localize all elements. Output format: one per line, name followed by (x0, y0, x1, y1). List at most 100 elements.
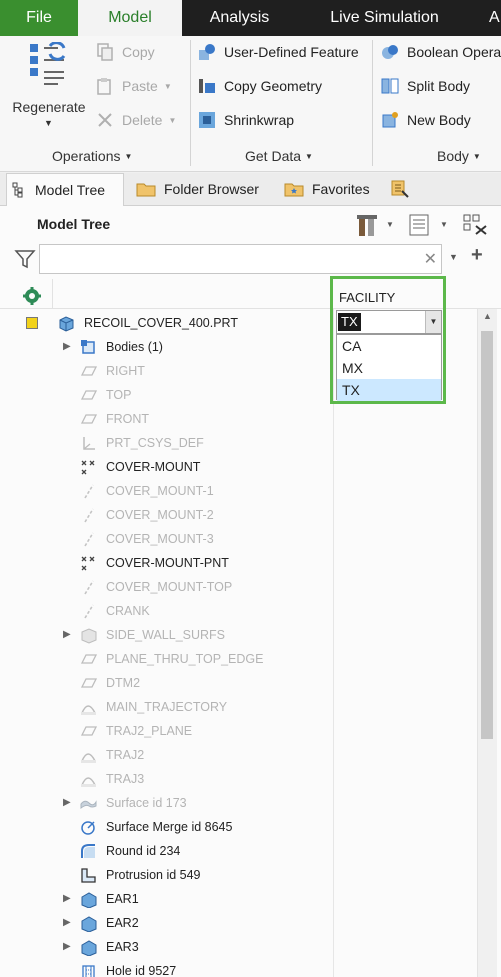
boolean-operations-label: Boolean Opera (407, 44, 501, 60)
datum-plane-icon (80, 726, 97, 736)
split-body-icon (381, 78, 399, 94)
tab-analysis[interactable]: Analysis (182, 0, 297, 36)
tree-row[interactable]: TRAJ2 (0, 743, 333, 767)
expand-arrow-icon[interactable]: ▶ (63, 911, 71, 935)
tree-row-label: COVER_MOUNT-TOP (106, 580, 233, 594)
tree-row[interactable]: ▶ Bodies (1) (0, 335, 333, 359)
scroll-up-icon[interactable]: ▲ (483, 311, 492, 321)
tree-row-label: COVER_MOUNT-2 (106, 508, 214, 522)
tree-row-label: DTM2 (106, 676, 141, 690)
tree-row[interactable]: ▶ Surface id 173 (0, 791, 333, 815)
expand-arrow-icon[interactable]: ▶ (63, 623, 71, 647)
tree-row[interactable]: Round id 234 (0, 839, 333, 863)
paste-icon (97, 78, 111, 95)
vertical-scrollbar[interactable]: ▲ (477, 309, 497, 977)
tree-row[interactable]: Hole id 9527 (0, 959, 333, 977)
tree-row[interactable]: CRANK (0, 599, 333, 623)
tree-row[interactable]: PRT_CSYS_DEF (0, 431, 333, 455)
tree-row-label: SIDE_WALL_SURFS (106, 628, 226, 642)
chevron-down-icon[interactable]: ▼ (44, 118, 53, 128)
tree-row[interactable]: ▶ EAR3 (0, 935, 333, 959)
expand-arrow-icon[interactable]: ▶ (63, 935, 71, 959)
tree-row[interactable]: DTM2 (0, 671, 333, 695)
tree-row[interactable]: COVER_MOUNT-3 (0, 527, 333, 551)
group-icon (81, 892, 97, 908)
tree-row-label: EAR3 (106, 940, 139, 954)
expand-arrow-icon[interactable]: ▶ (63, 791, 71, 815)
chevron-down-icon[interactable]: ▼ (440, 220, 448, 229)
csys-icon (83, 437, 95, 450)
tree-row[interactable]: ▶ EAR1 (0, 887, 333, 911)
tab-overflow[interactable]: A (489, 0, 501, 36)
tree-row[interactable]: COVER-MOUNT (0, 455, 333, 479)
expand-arrow-icon[interactable]: ▶ (63, 887, 71, 911)
boolean-icon (382, 45, 398, 59)
paste-label: Paste ▼ (122, 78, 172, 94)
protrusion-icon (81, 868, 96, 883)
tree-row[interactable]: COVER_MOUNT-2 (0, 503, 333, 527)
chevron-down-icon[interactable]: ▼ (386, 220, 394, 229)
favorites-icon (284, 183, 304, 197)
tree-row-label: Bodies (1) (106, 340, 163, 354)
tree-row[interactable]: PLANE_THRU_TOP_EDGE (0, 647, 333, 671)
tree-row[interactable]: Surface Merge id 8645 (0, 815, 333, 839)
tree-row-label: Round id 234 (106, 844, 181, 858)
search-box: ✕ (39, 244, 442, 274)
group-operations[interactable]: Operations ▼ (52, 144, 132, 168)
show-options-icon[interactable] (408, 212, 432, 238)
regenerate-button[interactable]: Regenerate ▼ (8, 40, 90, 140)
tree-row[interactable]: TRAJ3 (0, 767, 333, 791)
tree-root-row[interactable]: RECOIL_COVER_400.PRT (0, 311, 333, 335)
tree-row[interactable]: TOP (0, 383, 333, 407)
hole-icon (82, 965, 95, 977)
add-icon[interactable]: + (471, 244, 483, 267)
tree-row[interactable]: COVER_MOUNT-1 (0, 479, 333, 503)
ribbon: Regenerate ▼ Copy Paste ▼ Delete ▼ User-De… (0, 36, 501, 172)
tree-row[interactable]: RIGHT (0, 359, 333, 383)
chevron-down-icon[interactable]: ▼ (449, 252, 458, 262)
copy-geometry-label: Copy Geometry (224, 78, 323, 94)
clear-search-icon[interactable]: ✕ (424, 249, 437, 269)
tree-row-label: COVER_MOUNT-1 (106, 484, 214, 498)
tree-row-label: TOP (106, 388, 132, 402)
tab-live-simulation[interactable]: Live Simulation (297, 0, 472, 36)
settings-tools-icon[interactable] (356, 212, 378, 238)
tree-row-label: COVER_MOUNT-3 (106, 532, 214, 546)
tree-settings-icon[interactable] (22, 286, 42, 306)
tab-favorites[interactable]: Favorites (282, 173, 382, 206)
tree-row[interactable]: COVER_MOUNT-TOP (0, 575, 333, 599)
delete-label: Delete ▼ (122, 112, 177, 128)
tree-row[interactable]: ▶ SIDE_WALL_SURFS (0, 623, 333, 647)
column-divider (333, 309, 334, 977)
filter-icon[interactable] (14, 248, 36, 270)
tree-row[interactable]: TRAJ2_PLANE (0, 719, 333, 743)
model-tree-icon (12, 182, 23, 198)
expand-arrow-icon[interactable]: ▶ (63, 335, 71, 359)
tab-file[interactable]: File (0, 0, 78, 36)
ribbon-separator (372, 40, 373, 166)
tree-columns-icon[interactable] (462, 212, 490, 238)
tree-row[interactable]: ▶ EAR2 (0, 911, 333, 935)
group-get-data[interactable]: Get Data ▼ (245, 144, 313, 168)
model-tree-title: Model Tree (37, 216, 111, 232)
tree-row[interactable]: FRONT (0, 407, 333, 431)
datum-plane-icon (80, 366, 97, 376)
tree-row[interactable]: MAIN_TRAJECTORY (0, 695, 333, 719)
scrollbar-thumb[interactable] (481, 331, 493, 739)
tree-row[interactable]: COVER-MOUNT-PNT (0, 551, 333, 575)
new-body-label: New Body (407, 112, 471, 128)
tree-row-label: EAR2 (106, 916, 139, 930)
datum-plane-icon (80, 390, 97, 400)
datum-axis-icon (84, 484, 94, 499)
search-input[interactable] (46, 249, 416, 269)
tree-row-label: COVER-MOUNT-PNT (106, 556, 229, 570)
tab-favorites-label: Favorites (312, 181, 370, 197)
tree-row[interactable]: Protrusion id 549 (0, 863, 333, 887)
group-body[interactable]: Body ▼ (437, 144, 481, 168)
tree-row-label: Surface Merge id 8645 (106, 820, 233, 834)
tab-model[interactable]: Model (78, 0, 182, 36)
sketch-curve-icon (81, 705, 96, 715)
tab-folder-browser[interactable]: Folder Browser (134, 173, 274, 206)
tab-more-tools[interactable] (388, 173, 418, 206)
tab-model-tree[interactable]: Model Tree (6, 173, 124, 207)
